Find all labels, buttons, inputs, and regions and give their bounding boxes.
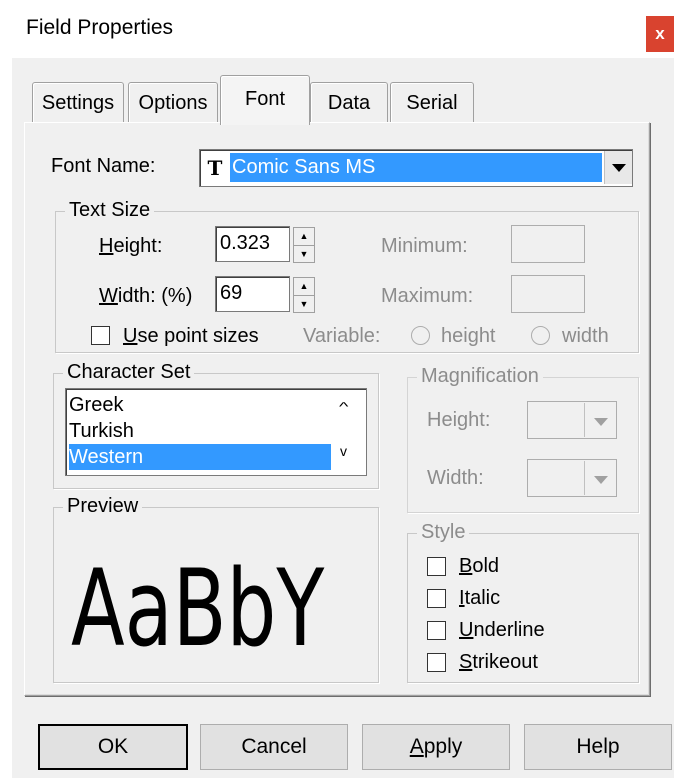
chevron-down-icon[interactable]: v [340, 443, 347, 459]
italic-checkbox[interactable] [427, 589, 446, 608]
width-input[interactable]: 69 [215, 276, 290, 312]
spin-up-icon[interactable]: ▲ [294, 228, 314, 246]
bold-label: Bold [459, 555, 500, 577]
cancel-button[interactable]: Cancel [200, 724, 348, 770]
character-set-list[interactable]: Greek Turkish Western ^ v [65, 388, 367, 476]
chevron-up-icon[interactable]: ^ [339, 401, 348, 413]
variable-height-label: height [441, 325, 496, 347]
minimum-input [511, 225, 585, 263]
spin-up-icon[interactable]: ▲ [294, 278, 314, 296]
tab-data[interactable]: Data [310, 82, 388, 123]
list-scrollbar[interactable]: ^ v [336, 391, 364, 473]
tab-font[interactable]: Font [220, 75, 310, 125]
list-item[interactable]: Turkish [69, 418, 331, 444]
truetype-font-icon: T [207, 156, 223, 180]
strikeout-label: Strikeout [459, 651, 538, 673]
height-spinner[interactable]: ▲ ▼ [293, 227, 315, 263]
preview-legend: Preview [63, 495, 143, 518]
height-label: Height: [99, 235, 163, 257]
style-legend: Style [417, 521, 470, 544]
close-button[interactable]: x [646, 16, 674, 52]
spin-down-icon[interactable]: ▼ [294, 246, 314, 263]
spin-down-icon[interactable]: ▼ [294, 296, 314, 313]
list-item-selected[interactable]: Western [69, 444, 331, 470]
width-spinner[interactable]: ▲ ▼ [293, 277, 315, 313]
maximum-input [511, 275, 585, 313]
magnification-height-combo [527, 401, 617, 439]
font-name-combo[interactable]: T Comic Sans MS [199, 149, 633, 187]
tab-panel-font: Font Name: T Comic Sans MS Text Size Hei… [24, 122, 650, 696]
variable-height-radio [411, 326, 430, 345]
variable-width-radio [531, 326, 550, 345]
chevron-down-icon [593, 418, 608, 426]
help-button[interactable]: Help [524, 724, 672, 770]
use-point-sizes-checkbox[interactable] [91, 326, 110, 345]
use-point-sizes-label: Use point sizes [123, 325, 259, 347]
underline-label: Underline [459, 619, 545, 641]
list-item[interactable]: Greek [69, 392, 331, 418]
chevron-down-icon [593, 476, 608, 484]
tab-serial[interactable]: Serial [390, 82, 474, 123]
underline-checkbox[interactable] [427, 621, 446, 640]
variable-label: Variable: [303, 325, 381, 347]
italic-label: Italic [459, 587, 501, 609]
tab-settings[interactable]: Settings [32, 82, 124, 123]
height-input[interactable]: 0.323 [215, 226, 290, 262]
tab-options[interactable]: Options [128, 82, 218, 123]
ok-button[interactable]: OK [38, 724, 188, 770]
text-size-legend: Text Size [65, 199, 155, 222]
preview-sample-text: AaBbY [71, 551, 325, 670]
magnification-width-combo [527, 459, 617, 497]
font-name-dropdown-button[interactable] [604, 151, 632, 184]
character-set-legend: Character Set [63, 361, 195, 384]
chevron-down-icon [611, 164, 626, 172]
width-label: Width: (%) [99, 285, 193, 307]
magnification-width-label: Width: [427, 467, 484, 489]
bold-checkbox[interactable] [427, 557, 446, 576]
close-icon: x [655, 24, 665, 43]
apply-button[interactable]: Apply [362, 724, 510, 770]
font-name-label: Font Name: [51, 155, 156, 177]
minimum-label: Minimum: [381, 235, 468, 257]
font-name-value: Comic Sans MS [230, 153, 602, 182]
window-title: Field Properties [26, 16, 174, 39]
preview-area: AaBbY [69, 551, 375, 679]
maximum-label: Maximum: [381, 285, 474, 307]
magnification-height-label: Height: [427, 409, 491, 431]
strikeout-checkbox[interactable] [427, 653, 446, 672]
magnification-legend: Magnification [417, 365, 543, 388]
variable-width-label: width [562, 325, 609, 347]
